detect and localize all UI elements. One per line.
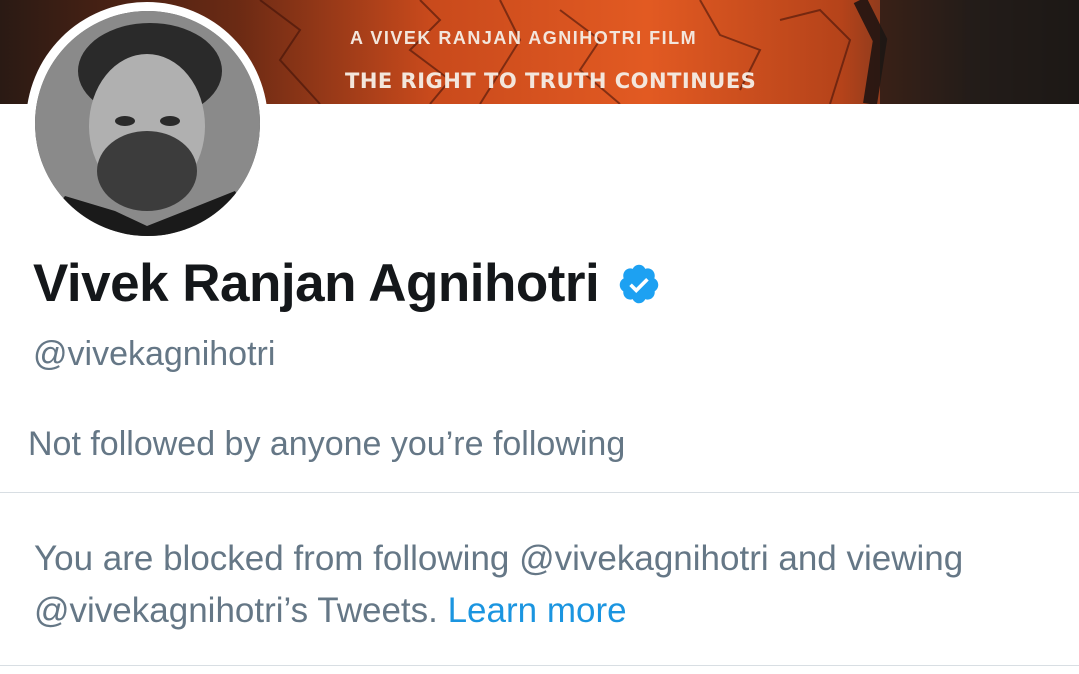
followed-by-text: Not followed by anyone you’re following [28, 425, 626, 463]
banner-tagline-bottom: THE RIGHT TO TRUTH CONTINUES [345, 69, 757, 93]
divider [0, 492, 1079, 493]
profile-handle: @vivekagnihotri [33, 335, 276, 373]
blocked-notice: You are blocked from following @vivekagn… [34, 533, 1034, 637]
profile-page: A VIVEK RANJAN AGNIHOTRI FILM THE RIGHT … [0, 0, 1079, 674]
avatar-portrait-image [35, 11, 260, 236]
avatar[interactable] [35, 11, 260, 236]
display-name: Vivek Ranjan Agnihotri [33, 254, 600, 313]
verified-badge-icon[interactable] [617, 262, 661, 306]
learn-more-link[interactable]: Learn more [448, 591, 627, 630]
divider [0, 665, 1079, 666]
display-name-row: Vivek Ranjan Agnihotri [33, 253, 661, 314]
banner-tagline-top: A VIVEK RANJAN AGNIHOTRI FILM [350, 28, 698, 48]
